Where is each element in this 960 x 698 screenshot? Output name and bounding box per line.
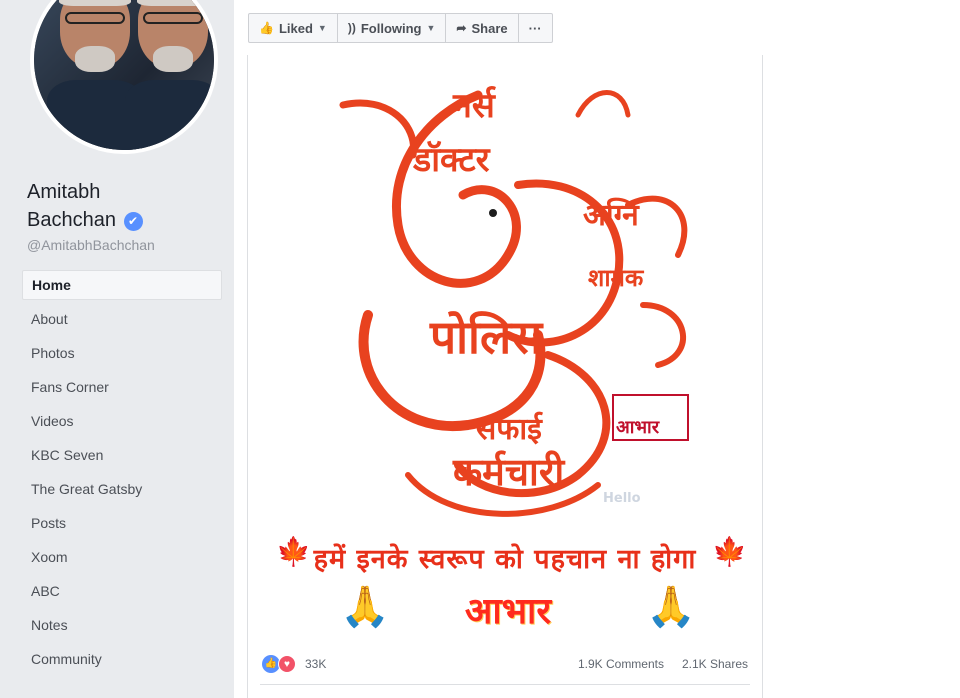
nav-item-posts[interactable]: Posts [22, 508, 222, 542]
art-word-karmachari: कर्मचारी [453, 450, 565, 494]
stats-divider [260, 684, 750, 685]
rss-icon: )) [347, 21, 356, 35]
nav-item-the-great-gatsby[interactable]: The Great Gatsby [22, 474, 222, 508]
profile-avatar[interactable] [30, 0, 218, 154]
post-card: नर्स डॉक्टर अग्नि शामक पोलिस सफाई कर्मचा… [247, 55, 763, 698]
art-word-doctor: डॉक्टर [413, 140, 490, 180]
liked-button[interactable]: 👍 Liked ▼ [249, 14, 338, 42]
folded-hands-icon: 🙏 [340, 585, 390, 629]
verified-badge-icon: ✔ [123, 212, 143, 231]
shares-count[interactable]: 2.1K Shares [682, 657, 748, 671]
post-thanks: आभार [464, 591, 552, 632]
following-button[interactable]: )) Following ▼ [338, 14, 447, 42]
page-action-bar: 👍 Liked ▼ )) Following ▼ ➦ Share ··· [248, 13, 553, 43]
art-word-brigade: शामक [588, 264, 644, 292]
nav-item-abc[interactable]: ABC [22, 576, 222, 610]
nav-item-notes[interactable]: Notes [22, 610, 222, 644]
page-title[interactable]: Amitabh Bachchan ✔ [27, 178, 227, 234]
share-button[interactable]: ➦ Share [446, 14, 519, 42]
post-stats: 👍 ♥ 33K 1.9K Comments 2.1K Shares [248, 647, 762, 677]
nav-item-kbc-seven[interactable]: KBC Seven [22, 440, 222, 474]
more-options-button[interactable]: ··· [519, 14, 552, 42]
art-badge-text: आभार [616, 417, 660, 438]
page-handle[interactable]: @AmitabhBachchan [27, 237, 155, 253]
following-label: Following [360, 20, 422, 36]
love-reaction-icon[interactable]: ♥ [278, 655, 296, 673]
nav-item-about[interactable]: About [22, 304, 222, 338]
folded-hands-icon: 🙏 [646, 585, 696, 629]
nav-item-videos[interactable]: Videos [22, 406, 222, 440]
comments-count[interactable]: 1.9K Comments [578, 657, 664, 671]
more-icon: ··· [528, 20, 542, 36]
nav-item-community[interactable]: Community [22, 644, 222, 678]
page-nav: Home About Photos Fans Corner Videos KBC… [22, 270, 222, 678]
nav-item-xoom[interactable]: Xoom [22, 542, 222, 576]
page-name-first: Amitabh [27, 181, 101, 203]
caret-down-icon: ▼ [426, 23, 436, 33]
caret-down-icon: ▼ [317, 23, 327, 33]
post-slogan: हमें इनके स्वरूप को पहचान ना होगा [313, 544, 697, 575]
nav-item-photos[interactable]: Photos [22, 338, 222, 372]
nav-item-fans-corner[interactable]: Fans Corner [22, 372, 222, 406]
art-word-fire: अग्नि [583, 198, 639, 233]
thumbs-up-icon: 👍 [259, 21, 274, 35]
share-label: Share [471, 20, 508, 36]
watermark-text: Hello [603, 491, 641, 506]
page-name-last: Bachchan [27, 209, 116, 231]
liked-label: Liked [278, 20, 313, 36]
post-image[interactable]: नर्स डॉक्टर अग्नि शामक पोलिस सफाई कर्मचा… [248, 55, 762, 640]
reaction-count[interactable]: 33K [305, 657, 326, 671]
art-word-safai: सफाई [476, 412, 542, 447]
art-word-nurse: नर्स [453, 86, 495, 126]
art-word-police: पोलिस [430, 310, 543, 364]
maple-leaf-icon: 🍁 [712, 536, 747, 567]
nav-item-home[interactable]: Home [22, 270, 222, 300]
share-arrow-icon: ➦ [456, 21, 467, 35]
left-sidebar: Amitabh Bachchan ✔ @AmitabhBachchan Home… [0, 0, 234, 698]
